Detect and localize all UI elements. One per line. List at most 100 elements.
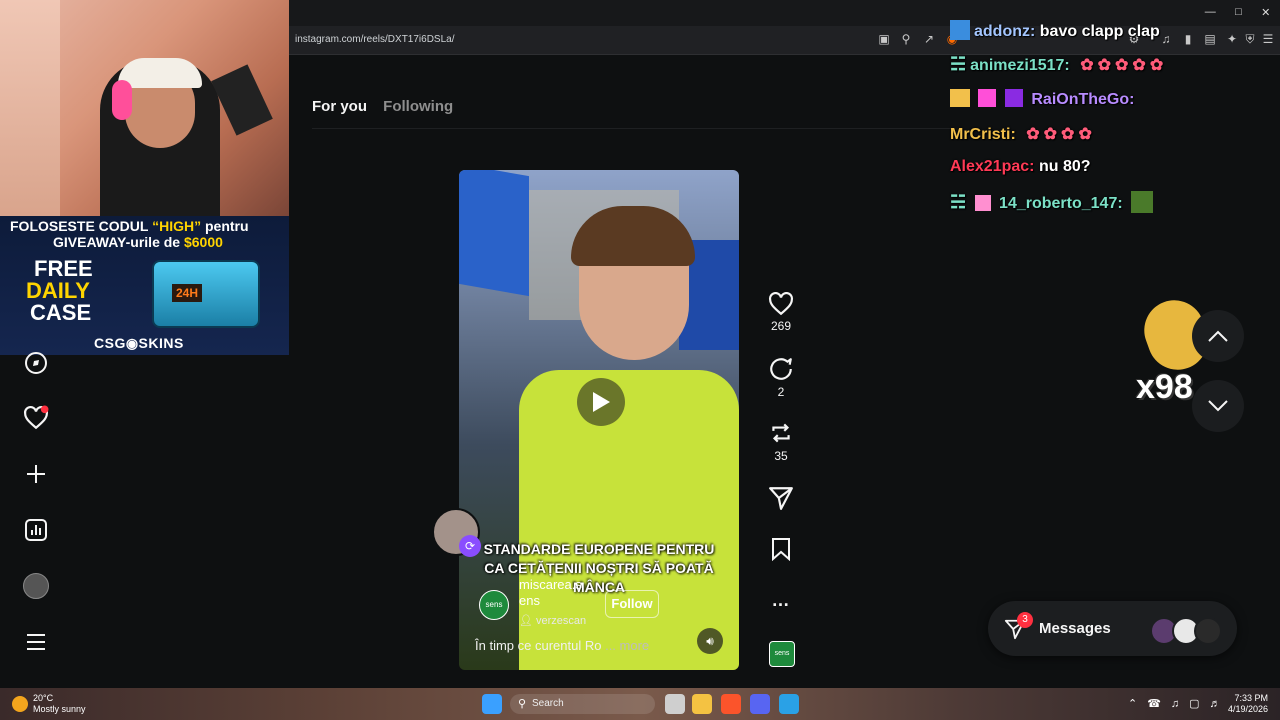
more-menu-icon[interactable] [22, 628, 50, 656]
url-text[interactable]: instagram.com/reels/DXT17i6DSLa/ [295, 34, 455, 45]
promo-line1: FOLOSESTE CODUL “HIGH” pentru [10, 218, 249, 234]
taskbar-search[interactable]: ⚲ Search [510, 694, 655, 714]
chat-badge-icon [950, 20, 970, 40]
promo-case: CASE [30, 300, 92, 325]
audio-thumbnail[interactable]: sens [769, 641, 795, 667]
messages-button[interactable]: 3 Messages [988, 601, 1237, 656]
start-icon[interactable] [482, 694, 502, 714]
play-button[interactable] [577, 378, 625, 426]
create-icon[interactable] [22, 460, 50, 488]
emote-row-icon: ✿✿✿✿ [1026, 126, 1096, 143]
search-icon: ⚲ [518, 698, 527, 710]
gift-badge-icon [978, 89, 997, 107]
share-icon[interactable]: ↗ [922, 32, 936, 46]
comment-button[interactable]: 2 [766, 356, 796, 399]
repost-count: 35 [774, 449, 788, 463]
author-avatar[interactable]: sens [479, 590, 509, 620]
headphone-left [112, 80, 132, 120]
messages-label: Messages [1039, 620, 1111, 637]
discord-icon[interactable] [750, 694, 770, 714]
app-icon[interactable] [779, 694, 799, 714]
collab-user[interactable]: 👤︎ verzescan [519, 614, 586, 627]
clock[interactable]: 7:33 PM 4/19/2026 [1226, 693, 1268, 715]
chat-line-4: MrCristi: ✿✿✿✿ [950, 126, 1096, 143]
case-image: 24H [152, 260, 260, 328]
microphone [211, 64, 273, 136]
weather-widget[interactable]: 20°C Mostly sunny [33, 693, 86, 715]
chat-line-5: Alex21pac: nu 80? [950, 158, 1091, 175]
vpn-icon[interactable]: ⛨ [1243, 32, 1257, 46]
robot-badge-icon: ☵ [950, 192, 967, 212]
real-emote-icon [1131, 191, 1154, 213]
reel-video[interactable]: STANDARDE EUROPENE PENTRU CA CETĂȚENII N… [459, 170, 739, 670]
emote-row-icon: ✿✿✿✿✿ [1080, 57, 1168, 74]
like-count: 269 [770, 319, 792, 333]
ai-icon[interactable]: ✦ [1225, 32, 1239, 46]
follow-button[interactable]: Follow [605, 590, 659, 618]
sub-badge-icon [1004, 89, 1023, 107]
robot-badge-icon: ☵ [950, 54, 967, 74]
tab-following[interactable]: Following [383, 98, 453, 115]
avatar [1194, 617, 1222, 645]
notifications-icon[interactable] [22, 404, 50, 432]
send-icon [769, 487, 793, 510]
comment-count: 2 [777, 385, 785, 399]
stream-chat: addonz: bavo clapp clap ☵ animezi1517: ✿✿… [950, 0, 1205, 220]
minimize-icon[interactable]: — [1205, 6, 1216, 20]
volume-icon[interactable]: 🔊︎ [697, 628, 723, 654]
next-reel-button[interactable] [1192, 380, 1244, 432]
author-name[interactable]: miscarea.s ens [519, 577, 582, 609]
close-icon[interactable]: ✕ [1261, 6, 1270, 20]
bookmark-icon [772, 538, 790, 562]
previous-reel-button[interactable] [1192, 310, 1244, 362]
messages-badge: 3 [1017, 612, 1033, 628]
maximize-icon[interactable]: □ [1235, 6, 1242, 20]
zoom-icon[interactable]: ⚲ [899, 32, 913, 46]
cast-icon[interactable]: ▣ [877, 32, 891, 46]
left-sidebar [0, 352, 72, 688]
explore-icon[interactable] [22, 349, 50, 377]
menu-icon[interactable]: ☰ [1261, 32, 1275, 46]
feed-tabs: For you Following [312, 98, 453, 115]
promo-line2: GIVEAWAY-urile de $6000 [53, 234, 223, 250]
save-button[interactable] [766, 537, 796, 564]
chat-line-1: addonz: bavo clapp clap [950, 20, 1160, 41]
file-explorer-icon[interactable] [692, 694, 712, 714]
webcam-overlay [0, 0, 289, 216]
tab-for-you[interactable]: For you [312, 98, 367, 115]
weather-icon[interactable] [12, 696, 28, 712]
crown-badge-icon [950, 89, 970, 107]
more-link[interactable]: ... more [605, 638, 649, 653]
dashboard-icon[interactable] [22, 516, 50, 544]
chat-line-6: ☵ 14_roberto_147: [950, 191, 1154, 213]
promo-banner: FOLOSESTE CODUL “HIGH” pentru GIVEAWAY-u… [0, 216, 289, 355]
tabs-divider [312, 128, 952, 129]
reel-description: În timp ce curentul Ro ... more [475, 638, 650, 653]
chevron-down-icon [1208, 400, 1228, 412]
heart-icon [769, 291, 793, 316]
cap [118, 58, 202, 88]
chevron-up-icon [1208, 330, 1228, 342]
system-tray-icons[interactable]: ⌃☎♫▢♬ [1128, 697, 1231, 710]
task-view-icon[interactable] [665, 694, 685, 714]
emote-count: x98 [1136, 368, 1193, 406]
brave-browser-icon[interactable] [721, 694, 741, 714]
more-options-icon[interactable]: … [766, 590, 796, 611]
video-caption: STANDARDE EUROPENE PENTRU CA CETĂȚENII N… [483, 541, 715, 595]
repost-button[interactable]: 35 [766, 420, 796, 463]
repost-badge-icon: ⟳ [459, 535, 481, 557]
promo-brand: CSG◉SKINS [94, 335, 184, 351]
repost-icon [772, 423, 790, 443]
case-timer: 24H [172, 284, 202, 302]
person-icon: 👤︎ [519, 615, 537, 627]
profile-avatar[interactable] [22, 572, 50, 600]
gift-badge-icon [974, 195, 991, 211]
share-button[interactable] [766, 485, 796, 514]
wallet-icon[interactable]: ▤ [1203, 32, 1217, 46]
like-button[interactable]: 269 [766, 291, 796, 333]
wall-left [0, 0, 60, 216]
eu-flag-left [459, 170, 529, 297]
window-controls: — □ ✕ [1195, 6, 1280, 20]
chat-line-2: ☵ animezi1517: ✿✿✿✿✿ [950, 54, 1168, 74]
comment-icon [770, 358, 792, 380]
